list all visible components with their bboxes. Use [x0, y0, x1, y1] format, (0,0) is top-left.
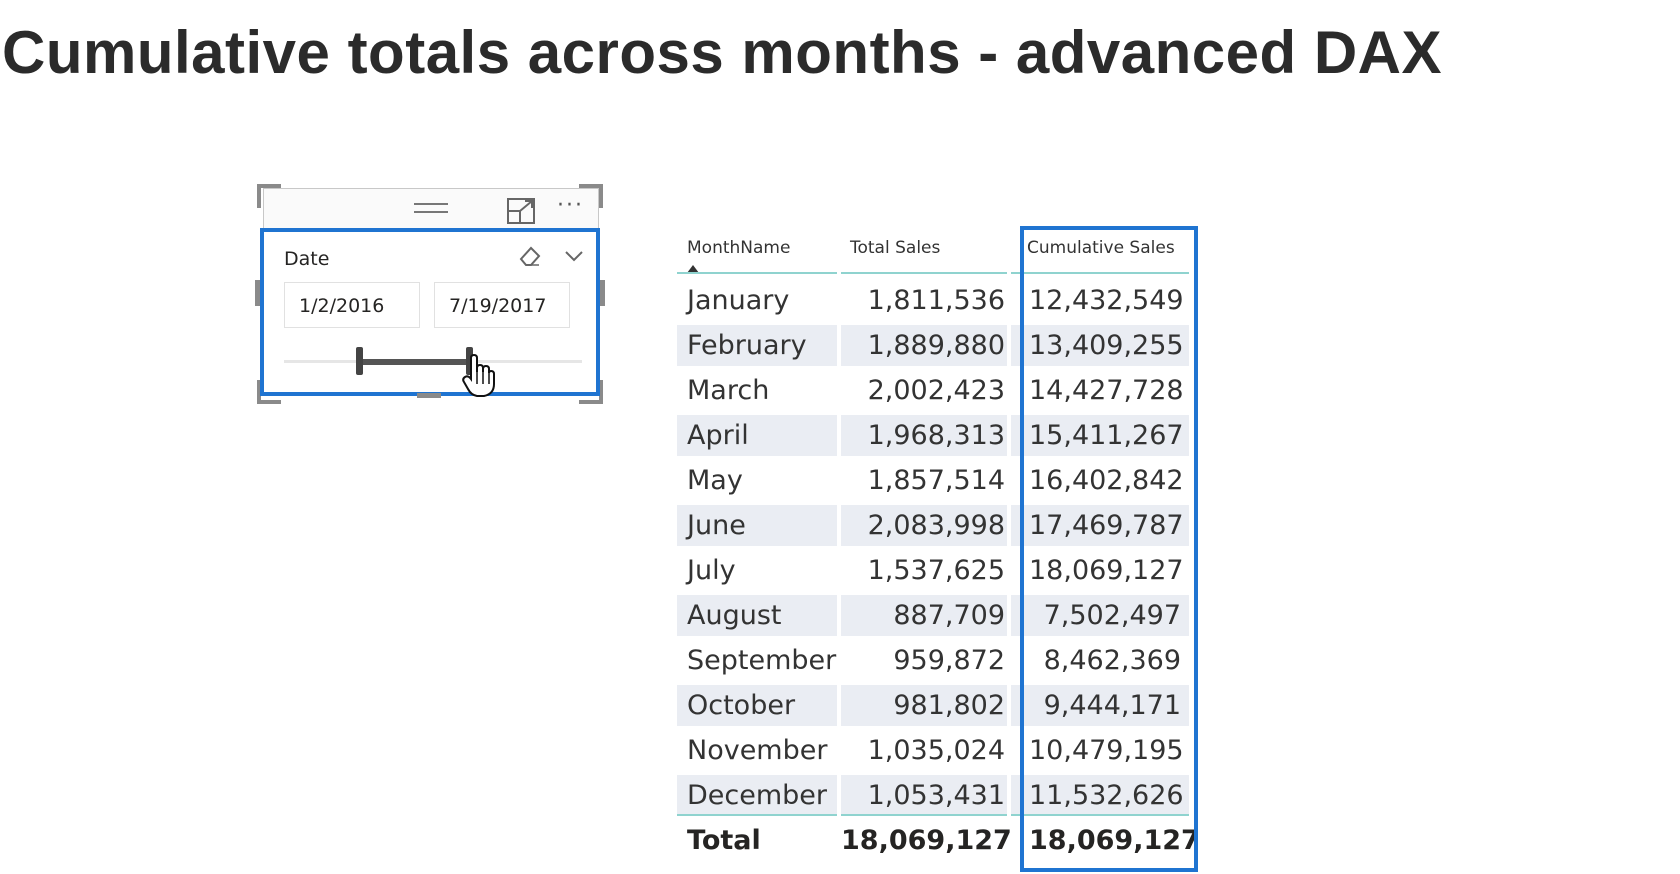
month-cell: February	[687, 330, 807, 361]
table-row[interactable]: September 959,872 8,462,369	[677, 638, 1191, 683]
total-separator	[677, 814, 837, 816]
total-sales-cell: 887,709	[893, 600, 1005, 631]
eraser-icon[interactable]	[517, 244, 543, 272]
month-cell: April	[687, 420, 749, 451]
visual-header: ···	[263, 188, 599, 229]
cumulative-sales-cell: 10,479,195	[1029, 735, 1184, 766]
month-cell: May	[687, 465, 743, 496]
table-row[interactable]: October 981,802 9,444,171	[677, 683, 1191, 728]
resize-corner[interactable]	[579, 184, 603, 208]
cumulative-sales-cell: 8,462,369	[1043, 645, 1181, 676]
table-row[interactable]: February 1,889,880 13,409,255	[677, 323, 1191, 368]
total-sales-total: 18,069,127	[841, 825, 1012, 856]
total-sales-cell: 2,083,998	[867, 510, 1005, 541]
table-row[interactable]: May 1,857,514 16,402,842	[677, 458, 1191, 503]
total-row: Total 18,069,127 18,069,127	[677, 818, 1200, 863]
total-sales-cell: 959,872	[893, 645, 1005, 676]
total-sales-cell: 1,053,431	[867, 780, 1005, 811]
month-cell: June	[687, 510, 746, 541]
total-sales-cell: 2,002,423	[867, 375, 1005, 406]
cumulative-sales-cell: 11,532,626	[1029, 780, 1184, 811]
slicer-body: Date 1/2/2016 7/19/2017	[260, 228, 600, 397]
date-slicer[interactable]: ··· Date 1/2/2016 7/19/2017	[255, 184, 605, 404]
table-row[interactable]: March 2,002,423 14,427,728	[677, 368, 1191, 413]
table-row[interactable]: April 1,968,313 15,411,267	[677, 413, 1191, 458]
table-row[interactable]: December 1,053,431 11,532,626	[677, 773, 1191, 818]
header-underline	[841, 272, 1007, 274]
table-row[interactable]: August 887,709 7,502,497	[677, 593, 1191, 638]
range-start-handle[interactable]	[355, 347, 363, 375]
resize-handle-bottom[interactable]	[417, 393, 441, 398]
table-row[interactable]: July 1,537,625 18,069,127	[677, 548, 1191, 593]
focus-mode-icon[interactable]	[506, 197, 536, 229]
month-cell: July	[687, 555, 736, 586]
drag-grip-icon[interactable]	[414, 199, 448, 223]
start-date-input[interactable]: 1/2/2016	[284, 282, 420, 328]
total-separator	[841, 814, 1007, 816]
cumulative-sales-cell: 14,427,728	[1029, 375, 1184, 406]
cumulative-sales-cell: 16,402,842	[1029, 465, 1184, 496]
month-cell: December	[687, 780, 828, 811]
end-date-input[interactable]: 7/19/2017	[434, 282, 570, 328]
total-sales-cell: 1,968,313	[867, 420, 1005, 451]
column-header-cumulative-sales[interactable]: Cumulative Sales	[1027, 238, 1175, 258]
cumulative-sales-cell: 17,469,787	[1029, 510, 1184, 541]
cumulative-sales-cell: 18,069,127	[1029, 555, 1184, 586]
month-cell: March	[687, 375, 770, 406]
total-sales-cell: 1,537,625	[867, 555, 1005, 586]
total-sales-cell: 981,802	[893, 690, 1005, 721]
chevron-down-icon[interactable]	[564, 248, 584, 267]
cumulative-sales-cell: 12,432,549	[1029, 285, 1184, 316]
header-underline	[677, 272, 837, 274]
table-row[interactable]: January 1,811,536 12,432,549	[677, 278, 1191, 323]
total-sales-cell: 1,857,514	[867, 465, 1005, 496]
table-row[interactable]: June 2,083,998 17,469,787	[677, 503, 1191, 548]
cumulative-sales-cell: 15,411,267	[1029, 420, 1184, 451]
cumulative-sales-cell: 9,444,171	[1043, 690, 1181, 721]
total-separator	[1011, 814, 1189, 816]
month-cell: August	[687, 600, 782, 631]
column-header-monthname[interactable]: MonthName	[687, 238, 790, 258]
total-sales-cell: 1,811,536	[867, 285, 1005, 316]
month-cell: November	[687, 735, 828, 766]
sort-ascending-icon	[687, 258, 699, 277]
page-title: Cumulative totals across months - advanc…	[2, 19, 1443, 86]
month-cell: September	[687, 645, 837, 676]
month-cell: January	[687, 285, 790, 316]
column-header-total-sales[interactable]: Total Sales	[850, 238, 940, 258]
table-row[interactable]: November 1,035,024 10,479,195	[677, 728, 1191, 773]
month-cell: October	[687, 690, 796, 721]
cumulative-sales-cell: 13,409,255	[1029, 330, 1184, 361]
range-slider-fill	[358, 359, 469, 365]
header-underline	[1011, 272, 1189, 274]
total-sales-cell: 1,035,024	[867, 735, 1005, 766]
total-sales-cell: 1,889,880	[867, 330, 1005, 361]
cumulative-sales-cell: 7,502,497	[1043, 600, 1181, 631]
total-label: Total	[687, 825, 761, 856]
resize-corner[interactable]	[257, 184, 281, 208]
cumulative-sales-total: 18,069,127	[1029, 825, 1200, 856]
slicer-label: Date	[284, 248, 330, 270]
hand-cursor-icon	[462, 353, 496, 402]
